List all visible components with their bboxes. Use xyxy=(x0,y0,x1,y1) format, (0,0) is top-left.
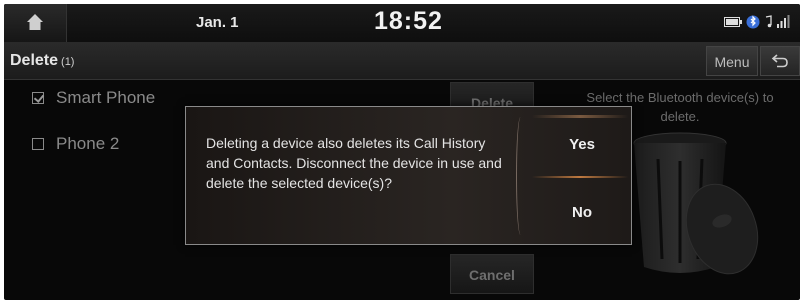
clock: 18:52 xyxy=(374,7,443,35)
no-button[interactable]: No xyxy=(532,183,632,243)
battery-icon xyxy=(724,17,742,27)
trash-bin-icon xyxy=(633,132,759,275)
yes-button[interactable]: Yes xyxy=(532,115,632,175)
dialog-message: Deleting a device also deletes its Call … xyxy=(206,135,502,191)
menu-button[interactable]: Menu xyxy=(706,46,758,76)
checkbox-unchecked-icon[interactable] xyxy=(32,138,44,150)
checkbox-checked-icon[interactable] xyxy=(32,92,44,104)
device-item-smart-phone[interactable]: Smart Phone xyxy=(32,88,155,108)
music-icon xyxy=(765,15,772,28)
title-bar: Delete (1) Menu xyxy=(4,43,800,80)
status-bar: Jan. 1 18:52 xyxy=(4,4,800,43)
screen: Jan. 1 18:52 Delete (1) Menu Smart Phone… xyxy=(4,4,800,300)
back-icon xyxy=(771,54,788,68)
home-button[interactable] xyxy=(4,4,67,42)
selected-count: (1) xyxy=(61,56,75,68)
bluetooth-icon xyxy=(746,15,760,29)
page-title: Delete (1) xyxy=(10,52,74,70)
page-title-text: Delete xyxy=(10,52,59,69)
button-separator xyxy=(532,176,628,178)
back-button[interactable] xyxy=(760,46,800,76)
signal-icon xyxy=(777,15,790,28)
dialog-divider xyxy=(516,117,525,235)
device-name: Phone 2 xyxy=(56,134,120,153)
status-icons xyxy=(724,14,790,30)
home-icon xyxy=(27,14,43,30)
device-item-phone-2[interactable]: Phone 2 xyxy=(32,134,119,154)
confirm-dialog: Deleting a device also deletes its Call … xyxy=(185,106,632,245)
date-label: Jan. 1 xyxy=(196,14,239,31)
device-name: Smart Phone xyxy=(56,88,156,107)
cancel-button[interactable]: Cancel xyxy=(450,254,534,294)
